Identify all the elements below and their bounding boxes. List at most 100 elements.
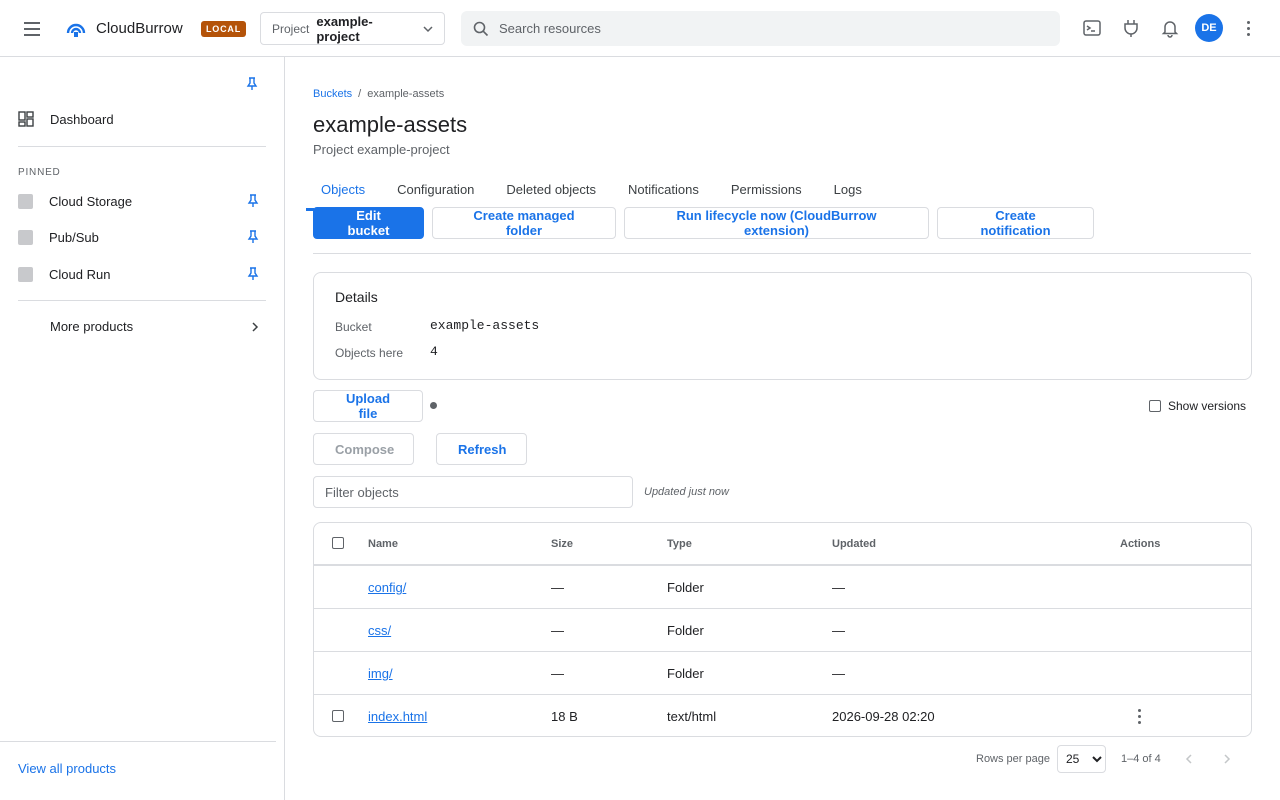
objects-label: Objects here bbox=[335, 346, 404, 360]
show-versions-checkbox[interactable] bbox=[1149, 400, 1161, 412]
product-icon bbox=[18, 194, 33, 209]
sidebar-item-pubsub[interactable]: Pub/Sub bbox=[18, 230, 99, 245]
details-card: Details Bucket example-assets Objects he… bbox=[313, 272, 1252, 380]
object-updated: — bbox=[832, 580, 845, 595]
object-type: Folder bbox=[667, 580, 704, 595]
sidebar-item-label: Cloud Storage bbox=[49, 194, 133, 209]
column-header-updated[interactable]: Updated bbox=[832, 538, 876, 550]
divider bbox=[0, 741, 276, 742]
project-label: Project bbox=[272, 21, 310, 36]
table-row: img/ — Folder — bbox=[314, 652, 1251, 695]
terminal-icon[interactable] bbox=[1082, 18, 1102, 38]
object-link[interactable]: config/ bbox=[368, 580, 406, 595]
search-icon bbox=[473, 21, 489, 36]
pin-icon[interactable] bbox=[246, 77, 258, 91]
divider bbox=[313, 253, 1251, 254]
edit-bucket-button[interactable]: Edit bucket bbox=[313, 207, 424, 239]
column-header-name[interactable]: Name bbox=[368, 538, 398, 550]
refresh-button[interactable]: Refresh bbox=[436, 433, 527, 465]
bell-icon[interactable] bbox=[1160, 18, 1180, 38]
object-size: — bbox=[551, 666, 564, 681]
breadcrumb-buckets-link[interactable]: Buckets bbox=[313, 88, 352, 100]
show-versions-label: Show versions bbox=[1168, 399, 1247, 413]
pin-icon[interactable] bbox=[247, 194, 259, 208]
sidebar-item-label: Dashboard bbox=[50, 111, 114, 127]
sidebar-item-label: More products bbox=[50, 319, 134, 334]
column-header-type[interactable]: Type bbox=[667, 538, 692, 550]
rows-per-page-select[interactable]: 25 bbox=[1057, 745, 1106, 773]
search-bar[interactable] bbox=[461, 11, 1060, 46]
object-type: Folder bbox=[667, 666, 704, 681]
pin-icon[interactable] bbox=[247, 230, 259, 244]
cloud-logo-icon bbox=[66, 23, 86, 37]
show-versions-toggle[interactable]: Show versions bbox=[1149, 399, 1246, 413]
sidebar-item-label: Cloud Run bbox=[49, 267, 111, 282]
breadcrumb: Buckets / example-assets bbox=[313, 88, 444, 100]
sidebar-item-more-products[interactable]: More products bbox=[50, 319, 260, 334]
product-icon bbox=[18, 230, 33, 245]
status-dot bbox=[430, 402, 437, 409]
object-type: Folder bbox=[667, 623, 704, 638]
sidebar-item-dashboard[interactable]: Dashboard bbox=[18, 111, 114, 127]
table-header: Name Size Type Updated Actions bbox=[314, 523, 1251, 566]
plug-icon[interactable] bbox=[1121, 18, 1141, 38]
tab-logs[interactable]: Logs bbox=[818, 175, 878, 211]
compose-button[interactable]: Compose bbox=[313, 433, 414, 465]
breadcrumb-current: example-assets bbox=[367, 88, 445, 100]
tab-deleted-objects[interactable]: Deleted objects bbox=[490, 175, 612, 211]
upload-file-button[interactable]: Upload file bbox=[313, 390, 423, 422]
sidebar-item-cloud-storage[interactable]: Cloud Storage bbox=[18, 194, 132, 209]
create-notification-button[interactable]: Create notification bbox=[937, 207, 1094, 239]
more-vert-icon[interactable] bbox=[1240, 18, 1256, 38]
object-updated: 2026-09-28 02:20 bbox=[832, 709, 935, 724]
local-badge: LOCAL bbox=[201, 21, 246, 37]
top-bar: CloudBurrow LOCAL Project example-projec… bbox=[0, 0, 1280, 57]
chevron-down-icon bbox=[423, 25, 433, 32]
object-link[interactable]: img/ bbox=[368, 666, 393, 681]
search-input[interactable] bbox=[499, 21, 1019, 36]
object-size: — bbox=[551, 623, 564, 638]
project-picker[interactable]: Project example-project bbox=[260, 12, 445, 45]
tab-notifications[interactable]: Notifications bbox=[612, 175, 715, 211]
rows-per-page-label: Rows per page bbox=[976, 753, 1050, 765]
prev-page-icon[interactable] bbox=[1179, 749, 1199, 769]
column-header-size[interactable]: Size bbox=[551, 538, 573, 550]
table-row: config/ — Folder — bbox=[314, 566, 1251, 609]
divider bbox=[18, 146, 266, 147]
object-link[interactable]: css/ bbox=[368, 623, 391, 638]
more-vert-icon[interactable] bbox=[1134, 707, 1144, 725]
page-range: 1–4 of 4 bbox=[1121, 753, 1161, 765]
tab-bar: Objects Configuration Deleted objects No… bbox=[305, 175, 878, 211]
objects-value: 4 bbox=[430, 344, 438, 359]
run-lifecycle-button[interactable]: Run lifecycle now (CloudBurrow extension… bbox=[624, 207, 929, 239]
filter-objects-input[interactable] bbox=[313, 476, 633, 508]
tab-configuration[interactable]: Configuration bbox=[381, 175, 490, 211]
pin-icon[interactable] bbox=[247, 267, 259, 281]
pagination: Rows per page 25 1–4 of 4 bbox=[976, 745, 1237, 773]
create-managed-folder-button[interactable]: Create managed folder bbox=[432, 207, 616, 239]
dashboard-icon bbox=[18, 111, 34, 127]
next-page-icon[interactable] bbox=[1217, 749, 1237, 769]
menu-icon[interactable] bbox=[20, 17, 44, 41]
bucket-label: Bucket bbox=[335, 320, 372, 334]
object-type: text/html bbox=[667, 709, 717, 724]
column-header-actions: Actions bbox=[1120, 538, 1161, 550]
sidebar: Dashboard PINNED Cloud Storage Pub/Sub C… bbox=[0, 57, 285, 800]
breadcrumb-separator: / bbox=[358, 88, 362, 100]
object-size: 18 B bbox=[551, 709, 578, 724]
avatar[interactable]: DE bbox=[1195, 14, 1223, 42]
object-updated: — bbox=[832, 666, 845, 681]
sidebar-item-label: Pub/Sub bbox=[49, 230, 99, 245]
object-link[interactable]: index.html bbox=[368, 709, 427, 724]
page-subtitle: Project example-project bbox=[313, 142, 450, 157]
sidebar-item-cloud-run[interactable]: Cloud Run bbox=[18, 267, 110, 282]
brand-name[interactable]: CloudBurrow bbox=[96, 20, 183, 37]
tab-permissions[interactable]: Permissions bbox=[715, 175, 818, 211]
row-checkbox[interactable] bbox=[332, 710, 344, 722]
objects-table: Name Size Type Updated Actions config/ —… bbox=[313, 522, 1252, 737]
object-updated: — bbox=[832, 623, 845, 638]
tab-objects[interactable]: Objects bbox=[305, 175, 381, 211]
chevron-right-icon bbox=[252, 321, 259, 332]
view-all-products-link[interactable]: View all products bbox=[18, 761, 116, 776]
select-all-checkbox[interactable] bbox=[332, 537, 344, 549]
